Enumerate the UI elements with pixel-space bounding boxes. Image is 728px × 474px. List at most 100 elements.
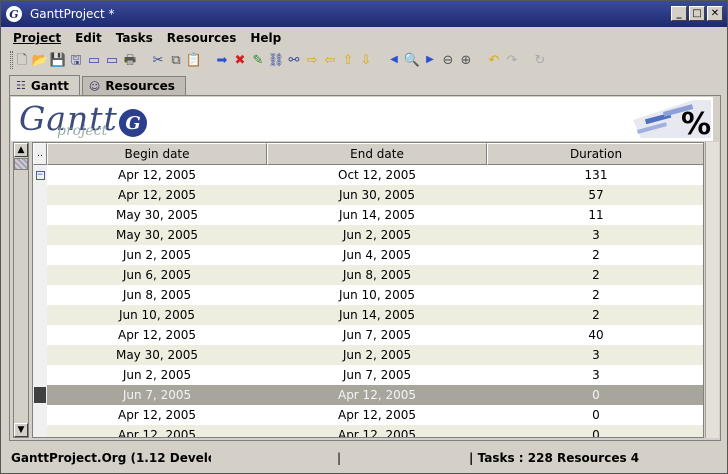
end-date-cell[interactable]: Jun 14, 2005 xyxy=(267,305,487,325)
begin-date-cell[interactable]: Apr 12, 2005 xyxy=(47,185,267,205)
column-header-tree[interactable]: .. xyxy=(33,143,47,165)
tab-gantt[interactable]: ☷ Gantt xyxy=(9,75,80,95)
save-icon[interactable]: 💾 xyxy=(49,51,67,69)
duration-cell[interactable]: 40 xyxy=(487,325,703,345)
unlink-tasks-icon[interactable]: ⚯ xyxy=(285,51,303,69)
import-icon[interactable]: ▭ xyxy=(85,51,103,69)
duration-cell[interactable]: 0 xyxy=(487,405,703,425)
duration-cell[interactable]: 3 xyxy=(487,225,703,245)
table-row[interactable]: Apr 12, 2005 Apr 12, 2005 0 xyxy=(33,405,703,425)
open-folder-icon[interactable]: 📂 xyxy=(31,51,49,69)
minimize-button[interactable]: _ xyxy=(671,6,687,21)
menu-resources[interactable]: Resources xyxy=(167,31,237,45)
scroll-right-icon[interactable]: ▶ xyxy=(421,51,439,69)
table-row[interactable]: May 30, 2005 Jun 2, 2005 3 xyxy=(33,345,703,365)
begin-date-cell[interactable]: Apr 12, 2005 xyxy=(47,325,267,345)
scroll-left-icon[interactable]: ◀ xyxy=(385,51,403,69)
begin-date-cell[interactable]: May 30, 2005 xyxy=(47,345,267,365)
scroll-thumb[interactable] xyxy=(14,158,28,170)
row-tree-cell[interactable] xyxy=(33,425,47,437)
menu-edit[interactable]: Edit xyxy=(75,31,102,45)
begin-date-cell[interactable]: May 30, 2005 xyxy=(47,225,267,245)
duration-cell[interactable]: 2 xyxy=(487,285,703,305)
end-date-cell[interactable]: Jun 4, 2005 xyxy=(267,245,487,265)
move-down-icon[interactable]: ⇩ xyxy=(357,51,375,69)
end-date-cell[interactable]: Jun 2, 2005 xyxy=(267,345,487,365)
export-icon[interactable]: ▭ xyxy=(103,51,121,69)
table-row[interactable]: May 30, 2005 Jun 2, 2005 3 xyxy=(33,225,703,245)
zoom-center-icon[interactable]: 🔍 xyxy=(403,51,421,69)
duration-cell[interactable]: 2 xyxy=(487,245,703,265)
end-date-cell[interactable]: Jun 7, 2005 xyxy=(267,365,487,385)
new-task-icon[interactable]: ➡ xyxy=(213,51,231,69)
cut-icon[interactable]: ✂ xyxy=(149,51,167,69)
end-date-cell[interactable]: Jun 30, 2005 xyxy=(267,185,487,205)
end-date-cell[interactable]: Jun 8, 2005 xyxy=(267,265,487,285)
menu-tasks[interactable]: Tasks xyxy=(116,31,153,45)
copy-icon[interactable]: ⧉ xyxy=(167,51,185,69)
task-properties-icon[interactable]: ✎ xyxy=(249,51,267,69)
title-bar[interactable]: G GanttProject * _ □ ✕ xyxy=(1,1,727,27)
row-tree-cell[interactable]: − xyxy=(33,165,47,185)
table-row[interactable]: Apr 12, 2005 Apr 12, 2005 0 xyxy=(33,425,703,437)
duration-cell[interactable]: 3 xyxy=(487,365,703,385)
table-row[interactable]: Jun 6, 2005 Jun 8, 2005 2 xyxy=(33,265,703,285)
save-as-icon[interactable]: 🖫 xyxy=(67,51,85,69)
print-icon[interactable]: 🖶 xyxy=(121,51,139,69)
column-header-begin-date[interactable]: Begin date xyxy=(47,143,267,165)
duration-cell[interactable]: 0 xyxy=(487,385,703,405)
menu-help[interactable]: Help xyxy=(250,31,281,45)
collapse-node-icon[interactable]: − xyxy=(35,170,45,180)
tree-vertical-scrollbar[interactable]: ▲ ▼ xyxy=(13,142,29,438)
duration-cell[interactable]: 57 xyxy=(487,185,703,205)
begin-date-cell[interactable]: Jun 10, 2005 xyxy=(47,305,267,325)
begin-date-cell[interactable]: Apr 12, 2005 xyxy=(47,425,267,437)
close-button[interactable]: ✕ xyxy=(707,6,723,21)
end-date-cell[interactable]: Jun 14, 2005 xyxy=(267,205,487,225)
begin-date-cell[interactable]: Jun 2, 2005 xyxy=(47,245,267,265)
end-date-cell[interactable]: Jun 10, 2005 xyxy=(267,285,487,305)
end-date-cell[interactable]: Apr 12, 2005 xyxy=(267,385,487,405)
redo-icon[interactable]: ↷ xyxy=(503,51,521,69)
table-row[interactable]: Jun 7, 2005 Apr 12, 2005 0 xyxy=(33,385,703,405)
row-tree-cell[interactable] xyxy=(33,265,47,285)
row-tree-cell[interactable] xyxy=(33,405,47,425)
duration-cell[interactable]: 131 xyxy=(487,165,703,185)
begin-date-cell[interactable]: Apr 12, 2005 xyxy=(47,405,267,425)
end-date-cell[interactable]: Apr 12, 2005 xyxy=(267,425,487,437)
delete-task-icon[interactable]: ✖ xyxy=(231,51,249,69)
row-tree-cell[interactable] xyxy=(33,365,47,385)
table-row[interactable]: Apr 12, 2005 Jun 30, 2005 57 xyxy=(33,185,703,205)
table-row[interactable]: Jun 8, 2005 Jun 10, 2005 2 xyxy=(33,285,703,305)
begin-date-cell[interactable]: Jun 8, 2005 xyxy=(47,285,267,305)
row-tree-cell[interactable] xyxy=(33,345,47,365)
end-date-cell[interactable]: Oct 12, 2005 xyxy=(267,165,487,185)
begin-date-cell[interactable]: Jun 6, 2005 xyxy=(47,265,267,285)
link-tasks-icon[interactable]: ⛓ xyxy=(267,51,285,69)
table-row[interactable]: − Apr 12, 2005 Oct 12, 2005 131 xyxy=(33,165,703,185)
zoom-in-icon[interactable]: ⊕ xyxy=(457,51,475,69)
row-tree-cell[interactable] xyxy=(33,285,47,305)
column-header-end-date[interactable]: End date xyxy=(267,143,487,165)
maximize-button[interactable]: □ xyxy=(689,6,705,21)
paste-icon[interactable]: 📋 xyxy=(185,51,203,69)
tab-resources[interactable]: ☺ Resources xyxy=(81,76,186,95)
menu-project[interactable]: Project xyxy=(13,31,61,45)
table-row[interactable]: Jun 10, 2005 Jun 14, 2005 2 xyxy=(33,305,703,325)
duration-cell[interactable]: 2 xyxy=(487,305,703,325)
scroll-up-arrow-icon[interactable]: ▲ xyxy=(14,143,28,157)
row-tree-cell[interactable] xyxy=(33,385,47,405)
duration-cell[interactable]: 2 xyxy=(487,265,703,285)
duration-cell[interactable]: 11 xyxy=(487,205,703,225)
new-file-icon[interactable]: 🗋 xyxy=(13,51,31,69)
unindent-icon[interactable]: ⇦ xyxy=(321,51,339,69)
row-tree-cell[interactable] xyxy=(33,225,47,245)
move-up-icon[interactable]: ⇧ xyxy=(339,51,357,69)
table-row[interactable]: Jun 2, 2005 Jun 4, 2005 2 xyxy=(33,245,703,265)
table-row[interactable]: Jun 2, 2005 Jun 7, 2005 3 xyxy=(33,365,703,385)
duration-cell[interactable]: 0 xyxy=(487,425,703,437)
duration-cell[interactable]: 3 xyxy=(487,345,703,365)
indent-icon[interactable]: ⇨ xyxy=(303,51,321,69)
row-tree-cell[interactable] xyxy=(33,185,47,205)
banner-scrollbar[interactable] xyxy=(713,97,719,141)
